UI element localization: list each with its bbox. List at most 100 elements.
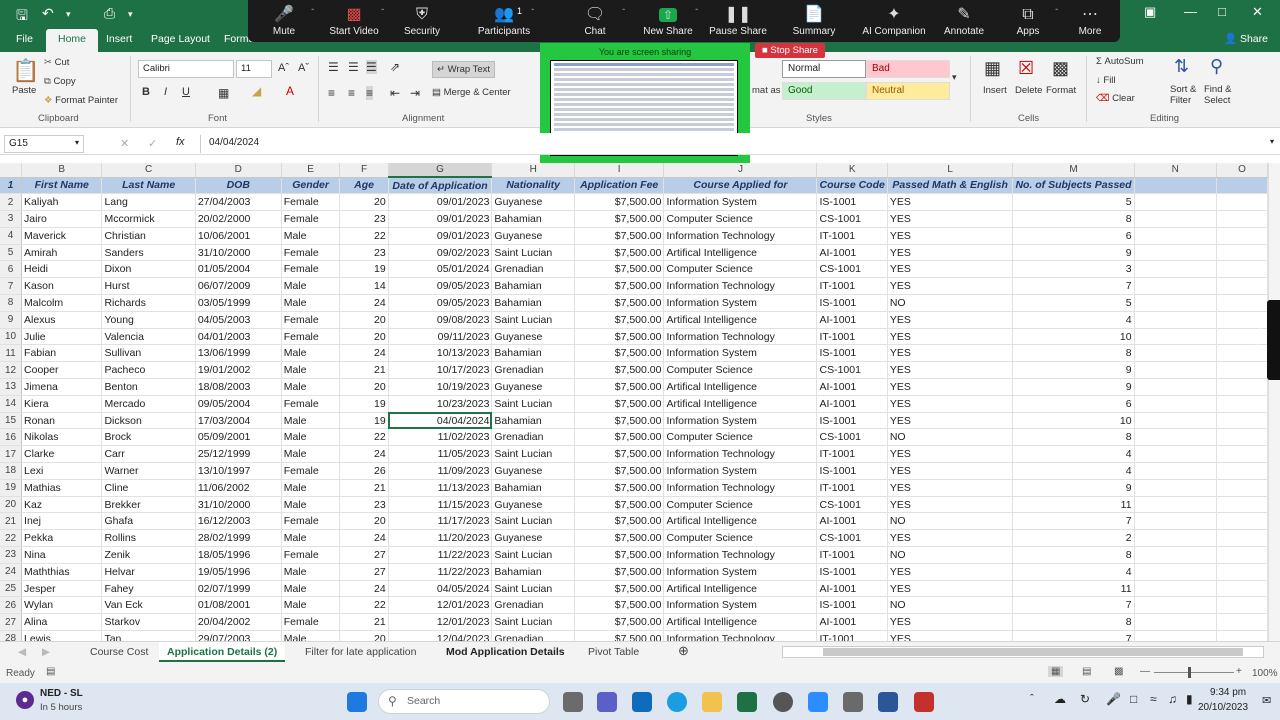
table-cell[interactable]: YES xyxy=(887,244,1014,262)
row-header[interactable]: 11 xyxy=(0,344,23,363)
table-cell[interactable] xyxy=(1216,378,1268,396)
table-cell[interactable]: 20 xyxy=(339,311,389,329)
table-cell[interactable]: Van Eck xyxy=(101,596,196,615)
table-cell[interactable]: Information Technology xyxy=(663,227,818,245)
table-cell[interactable]: AI-1001 xyxy=(816,580,888,598)
table-cell[interactable]: Helvar xyxy=(101,563,196,581)
table-cell[interactable]: AI-1001 xyxy=(816,378,888,396)
table-cell[interactable] xyxy=(1216,210,1268,228)
sheet-tab-course-cost[interactable]: Course Cost xyxy=(90,646,148,658)
table-cell[interactable]: Mccormick xyxy=(101,210,196,228)
table-cell[interactable]: CS-1001 xyxy=(816,496,888,514)
table-cell[interactable]: $7,500.00 xyxy=(574,630,665,641)
insert-function-button[interactable]: fx xyxy=(176,136,185,148)
table-cell[interactable]: Male xyxy=(281,361,341,380)
row-header[interactable]: 4 xyxy=(0,227,23,245)
table-cell[interactable]: 10 xyxy=(1012,328,1135,346)
table-cell[interactable]: 21 xyxy=(339,479,389,497)
table-cell[interactable]: 12/01/2023 xyxy=(388,596,493,615)
table-cell[interactable] xyxy=(1134,177,1218,195)
table-cell[interactable]: Cooper xyxy=(21,361,103,380)
table-cell[interactable]: Female xyxy=(281,613,341,632)
row-header[interactable]: 8 xyxy=(0,294,23,312)
table-cell[interactable]: 11/09/2023 xyxy=(388,462,493,480)
table-cell[interactable]: Julie xyxy=(21,328,103,346)
scroll-tabs-left-icon[interactable]: ◀ xyxy=(18,646,26,658)
table-cell[interactable]: YES xyxy=(887,462,1014,480)
worksheet-grid[interactable]: B C D E F G H I J K L M N O 1 First Name L… xyxy=(0,163,1268,641)
row-header[interactable]: 28 xyxy=(0,630,23,641)
table-cell[interactable]: 24 xyxy=(339,445,389,464)
table-cell[interactable]: 11/06/2002 xyxy=(195,479,282,497)
table-cell[interactable]: 09/01/2023 xyxy=(388,210,493,228)
table-cell[interactable] xyxy=(1134,260,1218,279)
find-select-button[interactable]: Find & Select xyxy=(1204,84,1240,106)
table-cell[interactable]: Bahamian xyxy=(491,563,575,581)
table-cell[interactable]: Information Technology xyxy=(663,445,818,464)
table-cell[interactable]: 10/13/2023 xyxy=(388,344,493,363)
table-cell[interactable]: 20/02/2000 xyxy=(195,210,282,228)
table-cell[interactable]: Female xyxy=(281,244,341,262)
table-cell[interactable]: Ronan xyxy=(21,412,103,430)
more-button[interactable]: ⋯ More xyxy=(1050,4,1130,37)
weather-icon[interactable]: ● xyxy=(16,691,34,709)
font-color-icon[interactable]: A xyxy=(286,84,294,98)
table-cell[interactable]: 27/04/2003 xyxy=(195,193,282,212)
column-header[interactable]: E xyxy=(281,163,341,178)
table-cell[interactable]: Information Technology xyxy=(663,546,818,564)
table-cell[interactable]: IS-1001 xyxy=(816,412,888,430)
table-cell[interactable]: Information Technology xyxy=(663,328,818,346)
table-cell[interactable]: 26 xyxy=(339,462,389,480)
table-cell[interactable]: Saint Lucian xyxy=(491,445,575,464)
row-header[interactable]: 7 xyxy=(0,277,23,296)
table-cell[interactable]: Dixon xyxy=(101,260,196,279)
table-cell[interactable]: 12/01/2023 xyxy=(388,613,493,632)
table-cell[interactable]: Bahamian xyxy=(491,210,575,228)
row-header[interactable]: 18 xyxy=(0,462,23,480)
table-cell[interactable]: 18/05/1996 xyxy=(195,546,282,564)
table-cell[interactable]: Artifical Intelligence xyxy=(663,580,818,598)
table-cell[interactable]: 13/10/1997 xyxy=(195,462,282,480)
chat-button[interactable]: 🗨 Chat ˆ xyxy=(555,4,635,37)
header-cell[interactable]: No. of Subjects Passed xyxy=(1012,177,1135,195)
table-cell[interactable]: Grenadian xyxy=(491,260,575,279)
table-cell[interactable]: IS-1001 xyxy=(816,462,888,480)
save-icon[interactable]: 🖫 xyxy=(16,5,28,29)
table-cell[interactable]: 22 xyxy=(339,596,389,615)
table-cell[interactable]: IS-1001 xyxy=(816,193,888,212)
borders-icon[interactable]: ▦ xyxy=(218,86,229,100)
table-cell[interactable]: Valencia xyxy=(101,328,196,346)
table-cell[interactable] xyxy=(1216,462,1268,480)
table-cell[interactable] xyxy=(1134,412,1218,430)
table-cell[interactable]: 23 xyxy=(339,210,389,228)
table-cell[interactable]: 09/01/2023 xyxy=(388,193,493,212)
table-cell[interactable]: Hurst xyxy=(101,277,196,296)
clock-time[interactable]: 9:34 pm xyxy=(1210,687,1246,698)
row-header[interactable]: 23 xyxy=(0,546,23,564)
table-cell[interactable]: Grenadian xyxy=(491,428,575,447)
align-bottom-icon[interactable]: ☰ xyxy=(366,60,377,74)
table-cell[interactable]: Computer Science xyxy=(663,361,818,380)
table-cell[interactable]: CS-1001 xyxy=(816,529,888,548)
decrease-font-icon[interactable]: Aˇ xyxy=(298,62,309,74)
table-cell[interactable]: Saint Lucian xyxy=(491,395,575,413)
column-header[interactable]: N xyxy=(1134,163,1218,178)
table-cell[interactable]: $7,500.00 xyxy=(574,512,665,531)
table-cell[interactable]: $7,500.00 xyxy=(574,445,665,464)
row-header[interactable]: 20 xyxy=(0,496,23,514)
table-cell[interactable] xyxy=(1134,361,1218,380)
clock-app-icon[interactable] xyxy=(773,692,793,712)
table-cell[interactable] xyxy=(1134,529,1218,548)
undo-dropdown-icon[interactable]: ▾ xyxy=(66,9,71,20)
table-cell[interactable]: Guyanese xyxy=(491,378,575,396)
increase-indent-icon[interactable]: ⇥ xyxy=(410,86,420,100)
table-cell[interactable]: Male xyxy=(281,227,341,245)
table-cell[interactable]: Female xyxy=(281,311,341,329)
table-cell[interactable]: Male xyxy=(281,496,341,514)
table-cell[interactable]: IS-1001 xyxy=(816,344,888,363)
table-cell[interactable] xyxy=(1134,428,1218,447)
font-size-select[interactable]: 11 xyxy=(236,60,272,78)
row-header[interactable]: 9 xyxy=(0,311,23,329)
table-cell[interactable]: Zenik xyxy=(101,546,196,564)
underline-button[interactable]: U xyxy=(182,86,190,98)
